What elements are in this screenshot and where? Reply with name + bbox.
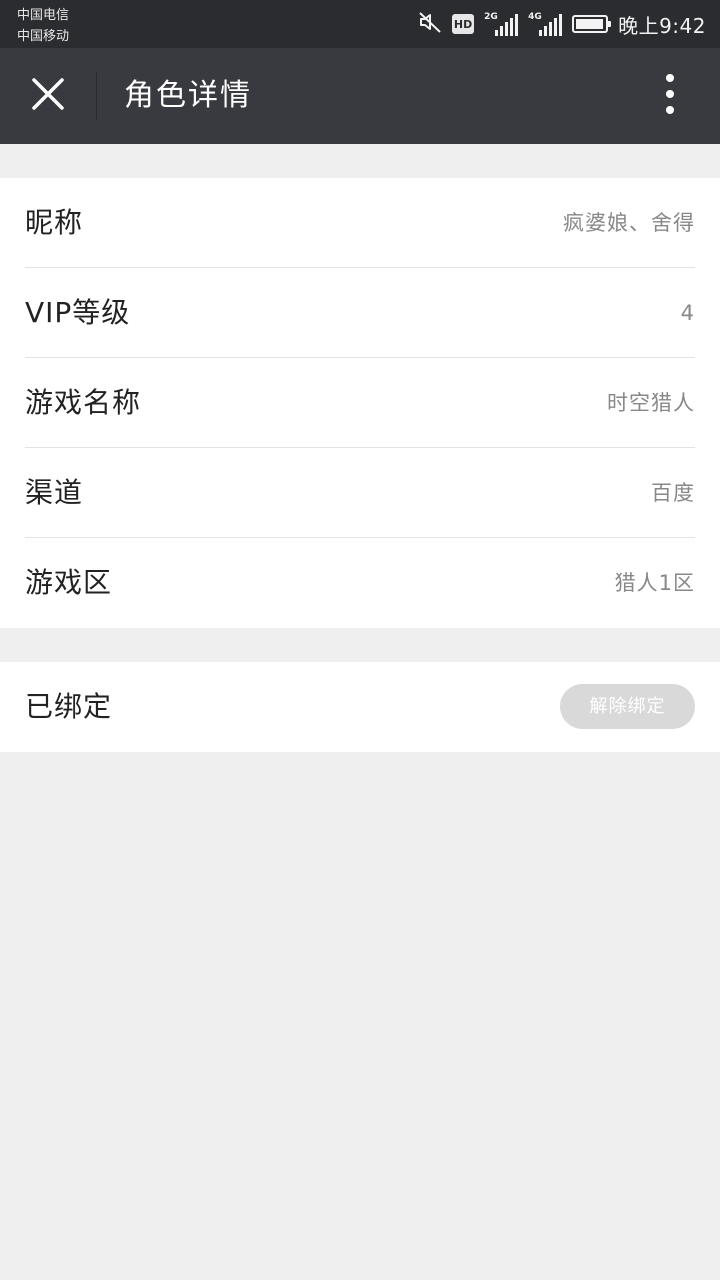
- more-vertical-icon: [664, 74, 676, 118]
- detail-label: 渠道: [25, 476, 84, 509]
- hd-icon: HD: [452, 14, 475, 34]
- status-time: 晚上9:42: [618, 13, 706, 38]
- battery-icon: [572, 15, 612, 33]
- role-detail-list: 昵称 疯婆娘、舍得 VIP等级 4 游戏名称 时空猎人 渠道 百度 游戏区 猎人…: [0, 178, 720, 628]
- close-icon: [30, 76, 66, 116]
- signal-icon: 2G: [484, 12, 519, 36]
- mute-icon: [418, 10, 442, 38]
- detail-value: 疯婆娘、舍得: [563, 211, 695, 235]
- detail-value: 百度: [651, 481, 695, 505]
- nav-bar: 角色详情: [0, 48, 720, 144]
- detail-value: 4: [680, 301, 695, 325]
- status-icons: HD 2G 4G 晚上9:42: [418, 10, 706, 38]
- page-title: 角色详情: [124, 78, 252, 113]
- detail-row-game-name: 游戏名称 时空猎人: [25, 358, 695, 448]
- detail-label: 游戏名称: [25, 386, 142, 419]
- detail-label: VIP等级: [25, 296, 131, 329]
- detail-value: 猎人1区: [614, 571, 695, 595]
- more-button[interactable]: [642, 68, 698, 124]
- battery-fill: [576, 19, 603, 29]
- signal-icon: 4G: [528, 12, 563, 36]
- binding-status: 已绑定: [25, 690, 113, 723]
- unbind-button[interactable]: 解除绑定: [560, 684, 695, 729]
- close-button[interactable]: [14, 62, 82, 130]
- detail-row-game-server: 游戏区 猎人1区: [25, 538, 695, 628]
- carrier-info: 中国电信 中国移动: [17, 5, 69, 47]
- detail-label: 昵称: [25, 206, 84, 239]
- nav-divider: [96, 72, 97, 120]
- status-bar: 中国电信 中国移动 HD 2G 4G 晚上9:42: [0, 0, 720, 48]
- binding-section: 已绑定 解除绑定: [0, 662, 720, 752]
- detail-row-nickname: 昵称 疯婆娘、舍得: [25, 178, 695, 268]
- carrier-1: 中国电信: [17, 8, 70, 23]
- detail-row-channel: 渠道 百度: [25, 448, 695, 538]
- detail-label: 游戏区: [25, 566, 113, 599]
- detail-value: 时空猎人: [607, 391, 695, 415]
- carrier-2: 中国移动: [17, 29, 70, 44]
- detail-row-vip-level: VIP等级 4: [25, 268, 695, 358]
